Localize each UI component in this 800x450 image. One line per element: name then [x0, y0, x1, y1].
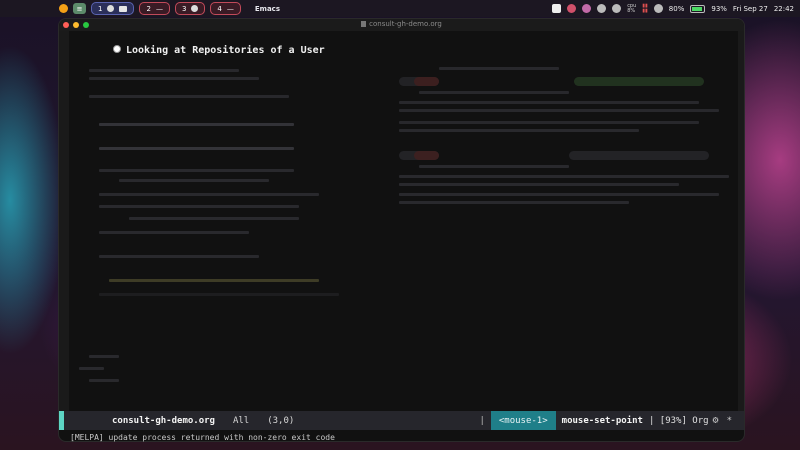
workspace-3[interactable]: 3: [174, 2, 206, 15]
window-manager-icon[interactable]: [552, 4, 562, 13]
window-icon: [119, 5, 128, 12]
workspace-switcher-icon[interactable]: ≡: [73, 3, 86, 14]
mode-line-indicator: [59, 411, 64, 430]
workspace-1[interactable]: 1: [91, 2, 135, 15]
volume-level: 80%: [668, 4, 685, 13]
dimmed-buffer-text: [69, 65, 354, 411]
left-fringe: [59, 31, 69, 416]
theme-icon[interactable]: [582, 4, 592, 13]
date: Fri Sep 27: [732, 4, 768, 13]
battery-icon[interactable]: [690, 4, 706, 13]
window-title: consult-gh-demo.org: [59, 20, 744, 28]
org-bullet-icon: [113, 45, 121, 53]
buffer-name[interactable]: consult-gh-demo.org: [112, 416, 215, 426]
dimmed-preview-pane: [359, 65, 738, 265]
window-titlebar[interactable]: consult-gh-demo.org: [59, 19, 744, 31]
apple-menu-icon[interactable]: [59, 4, 68, 13]
volume-icon[interactable]: [653, 4, 663, 13]
record-icon[interactable]: [567, 4, 577, 13]
battery-percent: 93%: [711, 4, 727, 13]
emacs-window[interactable]: consult-gh-demo.org Looking at Repositor…: [58, 18, 745, 442]
status-area: cpu 8% ▮▮ ▮▮ 80% 93% Fri Sep 27 22:42: [552, 0, 794, 17]
memory-monitor-icon: ▮▮ ▮▮: [642, 2, 648, 14]
wifi-icon[interactable]: [612, 4, 622, 13]
buffer-position: All: [232, 415, 250, 426]
workspace-2[interactable]: 2 —: [139, 2, 170, 15]
active-app-name: Emacs: [254, 4, 280, 13]
org-heading[interactable]: Looking at Repositories of a User: [113, 45, 325, 56]
search-icon[interactable]: [597, 4, 607, 13]
cpu-monitor: cpu 8%: [627, 2, 637, 14]
battery-fill: [692, 6, 703, 11]
mode-line[interactable]: consult-gh-demo.org All (3,0) | <mouse-1…: [59, 411, 744, 430]
gear-icon[interactable]: ⚙: [713, 415, 719, 426]
modified-indicator: *: [726, 415, 732, 426]
line-column: (3,0): [267, 415, 295, 426]
editor-buffer[interactable]: Looking at Repositories of a User: [69, 31, 738, 411]
last-command: mouse-set-point: [561, 415, 643, 426]
key-event-badge: <mouse-1>: [490, 411, 556, 430]
mode-line-divider: |: [479, 415, 485, 426]
document-icon: [361, 21, 367, 27]
workspace-4[interactable]: 4 —: [210, 2, 241, 15]
app-icon: [191, 5, 199, 12]
menu-bar: ≡ 1 2 — 3 4 — Emacs cpu 8% ▮▮ ▮▮ 80% 93% F…: [0, 0, 800, 17]
echo-area-message: [MELPA] update process returned with non…: [70, 433, 335, 442]
clock[interactable]: 22:42: [774, 5, 794, 13]
right-fringe: [738, 31, 744, 416]
major-mode-status[interactable]: | [93%] Org: [649, 416, 709, 426]
app-icon: [107, 5, 115, 12]
